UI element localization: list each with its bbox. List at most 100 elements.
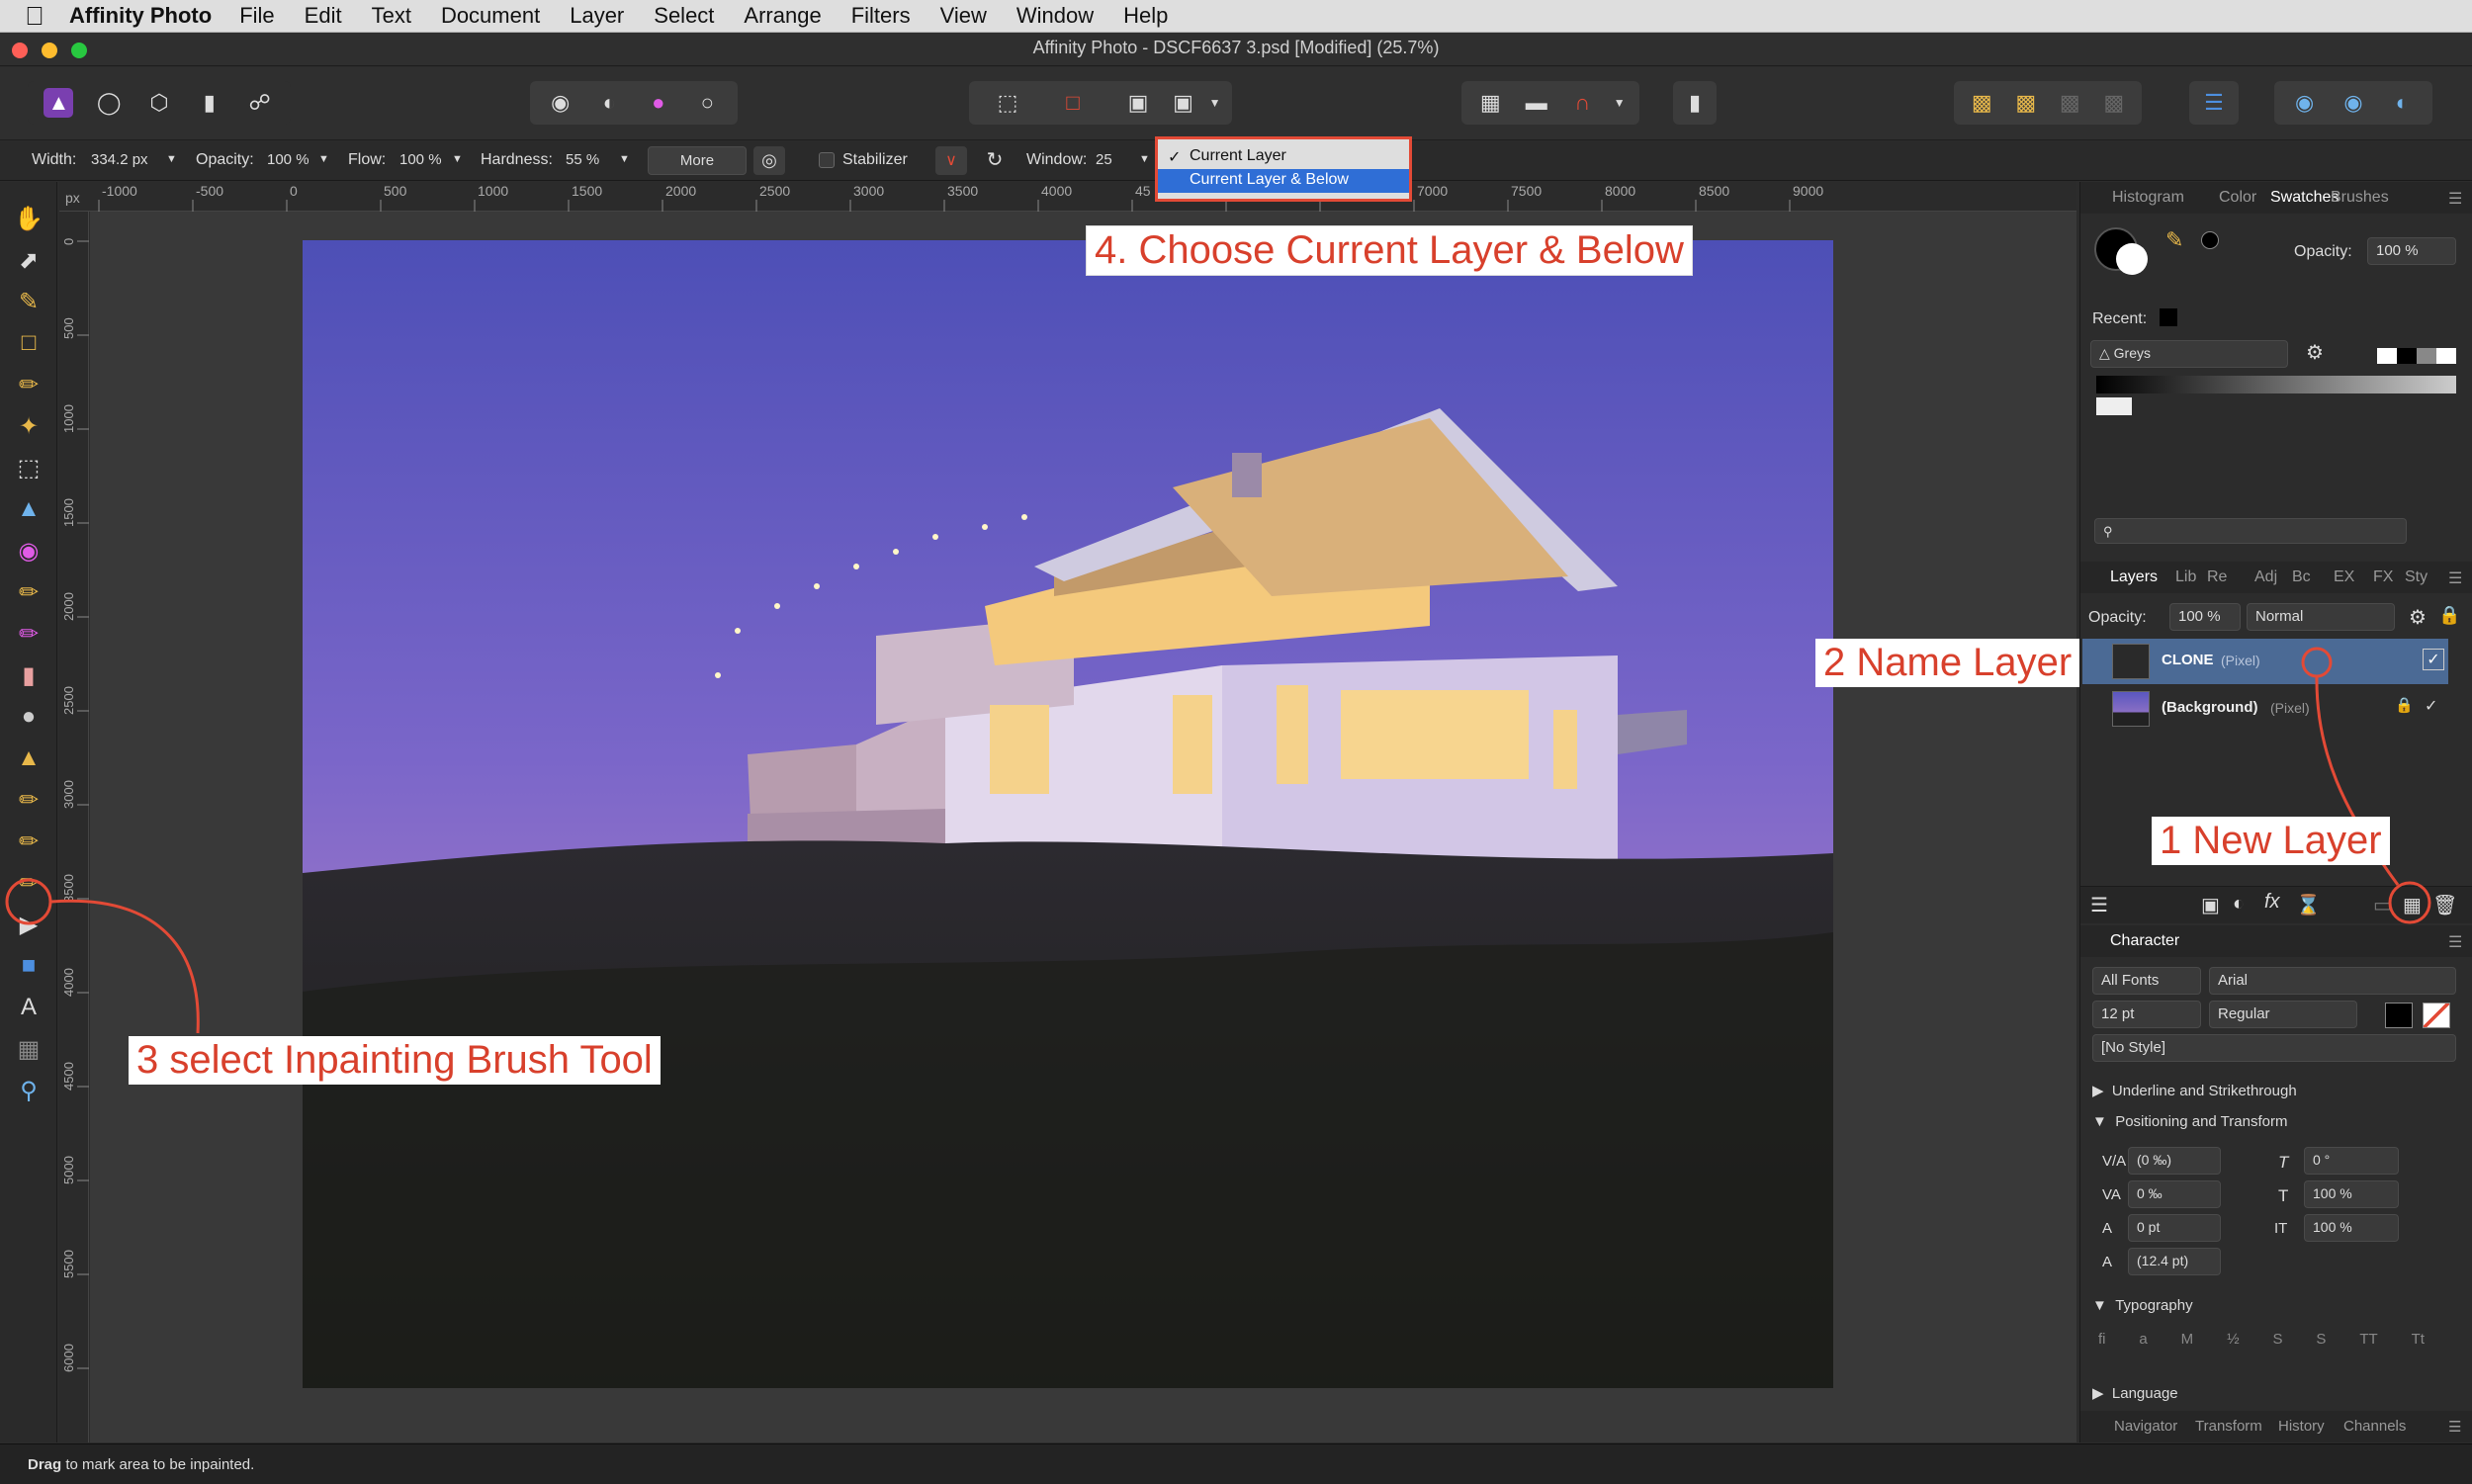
window-mode-icon[interactable]: ↻ — [979, 146, 1011, 175]
white-balance-icon[interactable]: ○ — [692, 88, 722, 118]
layer-opacity-field[interactable]: 100 % — [2169, 603, 2241, 631]
tone-mapping-persona-icon[interactable]: ▮ — [195, 88, 224, 118]
section-underline[interactable]: ▶ Underline and Strikethrough — [2092, 1082, 2297, 1099]
smudge-brush-icon[interactable]: ✏ — [10, 823, 47, 860]
auto-contrast-icon[interactable]: ◐ — [594, 88, 624, 118]
section-typography[interactable]: ▼ Typography — [2092, 1297, 2193, 1314]
tab-fx[interactable]: FX — [2373, 568, 2393, 586]
node-tool-icon[interactable]: ▶ — [10, 906, 47, 943]
paint-brush-icon[interactable]: ✏ — [10, 573, 47, 611]
chevron-down-icon[interactable]: ▼ — [1209, 96, 1221, 110]
more-button[interactable]: More — [648, 146, 747, 175]
gradient-tool-icon[interactable]: ◉ — [10, 532, 47, 569]
swatch-search-field[interactable]: ⚲ — [2094, 518, 2407, 544]
pressure-icon[interactable]: ◎ — [753, 146, 785, 175]
fraction-icon[interactable]: ½ — [2227, 1331, 2240, 1362]
menu-filters[interactable]: Filters — [851, 3, 911, 29]
tab-brushes[interactable]: Brushes — [2331, 189, 2389, 207]
crop-tool-icon[interactable]: □ — [10, 324, 47, 362]
auto-colors-icon[interactable]: ● — [644, 88, 673, 118]
menu-file[interactable]: File — [239, 3, 274, 29]
tab-adj[interactable]: Adj — [2254, 568, 2277, 586]
vertical-scale-field[interactable]: 100 % — [2304, 1180, 2399, 1208]
photo-persona-icon[interactable]: ▲ — [44, 88, 74, 118]
swatch-chips[interactable] — [2377, 348, 2456, 364]
superscript-icon[interactable]: M — [2181, 1331, 2194, 1362]
levels-icon[interactable]: ◉ — [546, 88, 575, 118]
lock-icon[interactable]: 🔒 — [2438, 605, 2460, 626]
blur-brush-icon[interactable]: ✏ — [10, 781, 47, 819]
layer-name[interactable]: CLONE — [2162, 652, 2214, 668]
white-swatch[interactable] — [2096, 397, 2132, 415]
tab-character[interactable]: Character — [2110, 932, 2179, 950]
menu-text[interactable]: Text — [372, 3, 411, 29]
layer-visibility-checkbox[interactable]: ✓ — [2425, 696, 2437, 716]
tab-channels[interactable]: Channels — [2343, 1418, 2406, 1435]
secondary-color-swatch[interactable] — [2116, 243, 2148, 275]
color-picker-icon[interactable]: ✎ — [2165, 227, 2183, 253]
tab-sty[interactable]: Sty — [2405, 568, 2428, 586]
gear-icon[interactable]: ⚙ — [2409, 605, 2427, 630]
layers-stack-icon[interactable]: ☰ — [2090, 893, 2108, 917]
flood-fill-icon[interactable]: ▲ — [10, 490, 47, 528]
recent-color-dot[interactable] — [2201, 231, 2219, 249]
tab-history[interactable]: History — [2278, 1418, 2325, 1435]
section-positioning[interactable]: ▼ Positioning and Transform — [2092, 1113, 2287, 1130]
menu-window[interactable]: Window — [1016, 3, 1094, 29]
move-to-front-icon[interactable]: ▩ — [2099, 88, 2129, 118]
recent-swatch[interactable] — [2160, 308, 2177, 326]
app-menu[interactable]: Affinity Photo — [69, 3, 212, 29]
menu-help[interactable]: Help — [1123, 3, 1168, 29]
chevron-down-icon[interactable]: ▼ — [1614, 96, 1626, 110]
layer-visibility-checkbox[interactable]: ✓ — [2423, 649, 2444, 670]
view-tool-icon[interactable]: ✋ — [10, 200, 47, 237]
move-to-back-icon[interactable]: ▩ — [1967, 88, 1996, 118]
tab-bc[interactable]: Bc — [2292, 568, 2311, 586]
tab-re[interactable]: Re — [2207, 568, 2227, 586]
section-language[interactable]: ▶ Language — [2092, 1384, 2178, 1402]
flood-select-icon[interactable]: ✦ — [10, 407, 47, 445]
panel-menu-icon[interactable]: ☰ — [2448, 932, 2462, 952]
develop-persona-icon[interactable]: ⬡ — [144, 88, 174, 118]
tab-transform[interactable]: Transform — [2195, 1418, 2262, 1435]
layer-name[interactable]: (Background) — [2162, 699, 2258, 716]
option-current-layer[interactable]: ✓ Current Layer — [1158, 145, 1409, 169]
palette-menu-icon[interactable]: ⚙ — [2306, 340, 2324, 365]
zoom-tool-icon[interactable]: ⚲ — [10, 1072, 47, 1109]
window-field[interactable]: 25 — [1092, 149, 1137, 173]
font-family-select[interactable]: Arial — [2209, 967, 2456, 995]
clone-brush-icon[interactable]: ▲ — [10, 740, 47, 777]
move-forward-icon[interactable]: ▩ — [2055, 88, 2084, 118]
panel-menu-icon[interactable]: ☰ — [2448, 189, 2462, 209]
font-collection-select[interactable]: All Fonts — [2092, 967, 2201, 995]
hardness-field[interactable]: 55 % — [562, 149, 621, 173]
tab-navigator[interactable]: Navigator — [2114, 1418, 2177, 1435]
tab-layers[interactable]: Layers — [2110, 568, 2158, 586]
tracking-field[interactable]: (0 ‰) — [2128, 1147, 2221, 1175]
chevron-down-icon[interactable]: ▼ — [1139, 153, 1150, 165]
greys-swatch-row[interactable] — [2096, 376, 2456, 393]
font-style-select[interactable]: Regular — [2209, 1001, 2357, 1028]
trash-icon[interactable]: 🗑 — [2432, 893, 2457, 917]
menu-view[interactable]: View — [940, 3, 987, 29]
align-icon[interactable]: ☰ — [2199, 88, 2229, 118]
superior-icon[interactable]: S — [2272, 1331, 2282, 1362]
select-all-icon[interactable]: ⬚ — [993, 88, 1022, 118]
snapping-magnet-icon[interactable]: ∩ — [1567, 88, 1597, 118]
tab-lib[interactable]: Lib — [2175, 568, 2196, 586]
text-stroke-swatch[interactable] — [2423, 1003, 2450, 1028]
liquify-persona-icon[interactable]: ◯ — [94, 88, 124, 118]
opacity-field[interactable]: 100 % — [263, 149, 322, 173]
color-replacement-icon[interactable]: ✏ — [10, 615, 47, 653]
option-current-layer-and-below[interactable]: Current Layer & Below — [1158, 169, 1409, 193]
panel-menu-icon[interactable]: ☰ — [2448, 1418, 2461, 1436]
assistant-icon[interactable]: ▮ — [1680, 88, 1710, 118]
subtract-shape-icon[interactable]: ◉ — [2339, 88, 2368, 118]
shear-field[interactable]: 0 ° — [2304, 1147, 2399, 1175]
text-fill-swatch[interactable] — [2385, 1003, 2413, 1028]
inpainting-brush-icon[interactable]: ✏ — [10, 864, 47, 902]
align-button[interactable]: ☰ — [2189, 81, 2239, 125]
fx-icon[interactable]: fx — [2264, 891, 2280, 914]
small-caps-icon[interactable]: TT — [2359, 1331, 2377, 1362]
selection-brush-icon[interactable]: ✏ — [10, 366, 47, 403]
